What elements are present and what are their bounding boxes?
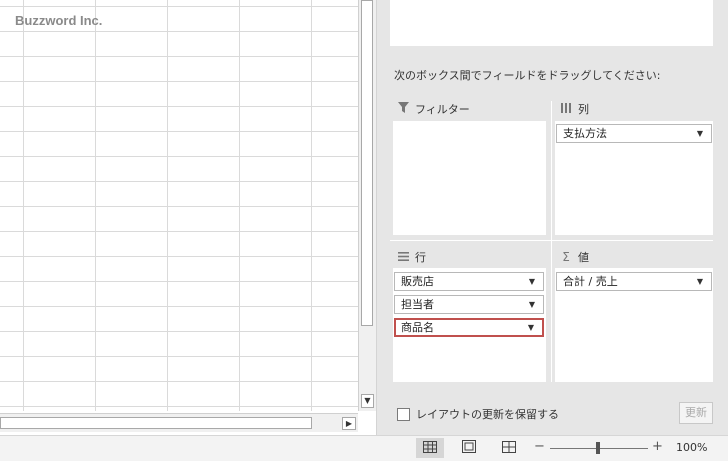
pivot-fields-pane: 次のボックス間でフィールドをドラッグしてください: フィルター 列 支払方法 ▼… xyxy=(377,0,728,435)
dropdown-arrow-icon[interactable]: ▼ xyxy=(529,296,535,313)
field-label: 商品名 xyxy=(401,321,434,334)
horizontal-scrollbar[interactable]: ▶ xyxy=(0,413,358,432)
field-label: 合計 / 売上 xyxy=(563,275,618,288)
dropdown-arrow-icon[interactable]: ▼ xyxy=(697,125,703,142)
row-field-store[interactable]: 販売店 ▼ xyxy=(394,272,544,291)
field-label: 担当者 xyxy=(401,298,434,311)
values-area-header: Σ 値 xyxy=(560,249,589,265)
zoom-in-button[interactable]: + xyxy=(652,439,663,454)
sigma-icon: Σ xyxy=(562,250,570,264)
status-bar: − + 100% xyxy=(0,435,728,461)
rows-area-header: 行 xyxy=(397,249,426,265)
field-list-box[interactable] xyxy=(390,0,713,46)
watermark: Buzzword Inc. xyxy=(15,13,103,28)
defer-update-option[interactable]: レイアウトの更新を保留する xyxy=(397,406,559,422)
normal-view-icon xyxy=(423,440,437,456)
rows-area-label: 行 xyxy=(415,251,426,264)
defer-update-label: レイアウトの更新を保留する xyxy=(416,408,559,421)
page-layout-icon xyxy=(462,440,476,456)
filter-drop-area[interactable] xyxy=(393,121,546,235)
normal-view-button[interactable] xyxy=(416,438,444,458)
horizontal-scroll-thumb[interactable] xyxy=(0,417,312,429)
filter-area-header: フィルター xyxy=(397,101,470,117)
scroll-right-button[interactable]: ▶ xyxy=(342,417,356,430)
row-field-staff[interactable]: 担当者 ▼ xyxy=(394,295,544,314)
values-area-label: 値 xyxy=(578,251,589,264)
zoom-slider-thumb[interactable] xyxy=(596,442,600,454)
value-field-sum-sales[interactable]: 合計 / 売上 ▼ xyxy=(556,272,712,291)
zoom-out-button[interactable]: − xyxy=(534,439,545,454)
vertical-scrollbar[interactable]: ▼ xyxy=(358,0,376,411)
row-field-product-name[interactable]: 商品名 ▼ xyxy=(394,318,544,337)
filter-area-label: フィルター xyxy=(415,103,470,116)
area-horizontal-divider xyxy=(390,240,713,241)
area-vertical-divider xyxy=(551,101,552,382)
field-label: 支払方法 xyxy=(563,127,607,140)
filter-icon xyxy=(397,102,409,116)
scroll-down-button[interactable]: ▼ xyxy=(361,394,374,408)
column-field-payment-method[interactable]: 支払方法 ▼ xyxy=(556,124,712,143)
zoom-level[interactable]: 100% xyxy=(676,441,707,454)
columns-icon xyxy=(560,102,572,116)
dropdown-arrow-icon[interactable]: ▼ xyxy=(528,320,534,335)
dropdown-arrow-icon[interactable]: ▼ xyxy=(697,273,703,290)
spreadsheet-grid[interactable] xyxy=(0,0,358,411)
columns-area-header: 列 xyxy=(560,101,589,117)
columns-area-label: 列 xyxy=(578,103,589,116)
update-button[interactable]: 更新 xyxy=(679,402,713,424)
field-label: 販売店 xyxy=(401,275,434,288)
vertical-scroll-thumb[interactable] xyxy=(361,0,373,326)
page-break-preview-icon xyxy=(502,440,516,456)
drag-instruction: 次のボックス間でフィールドをドラッグしてください: xyxy=(394,69,661,82)
dropdown-arrow-icon[interactable]: ▼ xyxy=(529,273,535,290)
page-break-preview-button[interactable] xyxy=(495,438,523,458)
defer-update-checkbox[interactable] xyxy=(397,407,410,421)
rows-icon xyxy=(397,250,409,264)
page-layout-button[interactable] xyxy=(455,438,483,458)
